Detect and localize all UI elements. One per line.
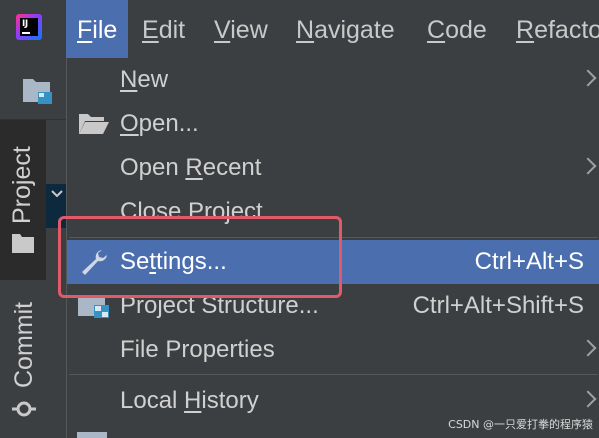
menu-code[interactable]: Code bbox=[427, 0, 487, 58]
menu-file[interactable]: File bbox=[66, 0, 129, 58]
menu-item-new[interactable]: New bbox=[67, 58, 599, 102]
project-tool-tab[interactable]: Project bbox=[0, 120, 46, 280]
menu-item-open[interactable]: Open... bbox=[67, 102, 599, 146]
chevron-down-icon bbox=[51, 190, 63, 198]
menu-view[interactable]: View bbox=[214, 0, 268, 58]
menu-edit[interactable]: Edit bbox=[142, 0, 185, 58]
submenu-arrow-icon bbox=[579, 339, 597, 357]
commit-icon bbox=[12, 401, 36, 417]
settings-shortcut: Ctrl+Alt+S bbox=[474, 248, 584, 275]
settings-highlight-annotation bbox=[58, 216, 342, 298]
project-toolbar bbox=[0, 58, 68, 120]
project-folder-icon[interactable] bbox=[22, 76, 56, 106]
open-folder-icon bbox=[79, 114, 109, 134]
folder-icon bbox=[12, 234, 34, 253]
commit-tab-label[interactable]: Commit bbox=[10, 302, 39, 388]
menu-bar: IJ File Edit View Navigate Code Refacto bbox=[0, 0, 599, 58]
menu-separator bbox=[69, 374, 598, 375]
submenu-arrow-icon bbox=[579, 69, 597, 87]
watermark: CSDN @一只爱打拳的程序猿 bbox=[448, 418, 593, 431]
next-item-icon bbox=[77, 432, 107, 438]
intellij-logo-icon[interactable]: IJ bbox=[16, 14, 42, 40]
project-tab-label: Project bbox=[8, 146, 36, 224]
menu-item-open-recent[interactable]: Open Recent bbox=[67, 146, 599, 190]
submenu-arrow-icon bbox=[579, 390, 597, 408]
menu-item-file-properties[interactable]: File Properties bbox=[67, 328, 599, 372]
menu-refactor[interactable]: Refacto bbox=[516, 0, 599, 58]
menu-navigate[interactable]: Navigate bbox=[296, 0, 395, 58]
project-structure-shortcut: Ctrl+Alt+Shift+S bbox=[412, 292, 584, 319]
submenu-arrow-icon bbox=[579, 157, 597, 175]
